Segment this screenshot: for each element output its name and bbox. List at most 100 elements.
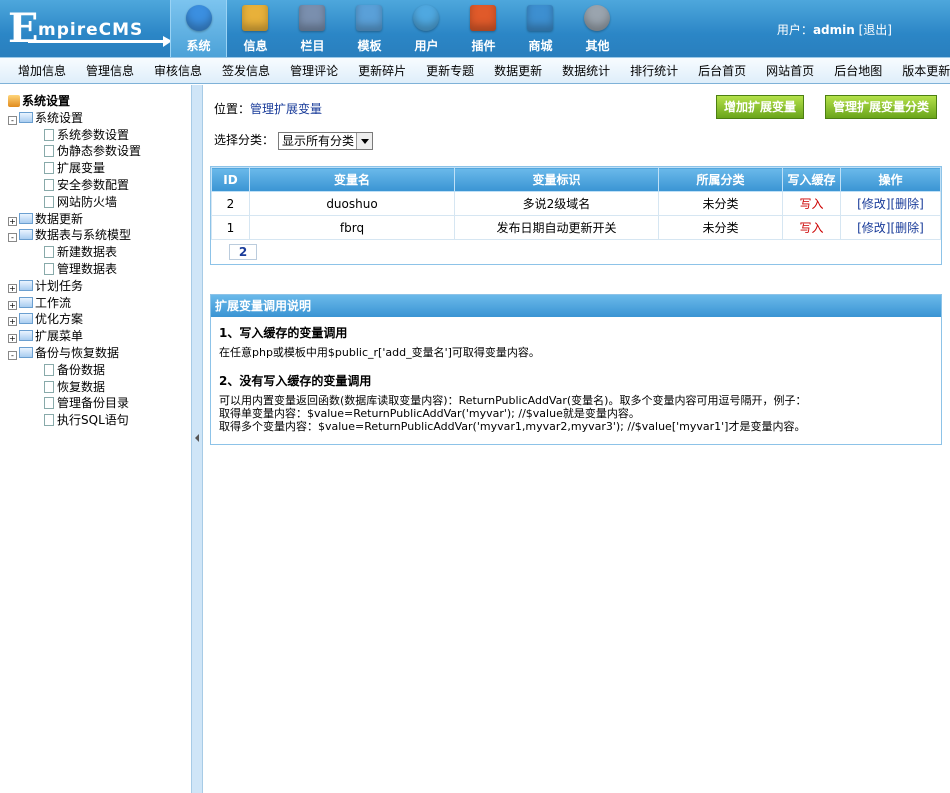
menu-item-8[interactable]: 数据统计 xyxy=(550,62,618,79)
collapse-icon[interactable]: - xyxy=(8,115,17,125)
tree-label: 系统参数设置 xyxy=(57,127,130,142)
document-icon xyxy=(44,195,54,208)
menu-item-6[interactable]: 更新专题 xyxy=(414,62,482,79)
column-header: 写入缓存 xyxy=(782,167,841,192)
menu-item-2[interactable]: 审核信息 xyxy=(142,62,210,79)
help-panel: 扩展变量调用说明 1、写入缓存的变量调用 在任意php或模板中用$public_… xyxy=(210,294,942,445)
breadcrumb-link[interactable]: 管理扩展变量 xyxy=(250,102,322,116)
topnav-item-4[interactable]: 用户 xyxy=(398,0,455,57)
menu-item-7[interactable]: 数据更新 xyxy=(482,62,550,79)
menu-item-5[interactable]: 更新碎片 xyxy=(346,62,414,79)
folder-icon xyxy=(19,279,33,291)
menu-item-10[interactable]: 后台首页 xyxy=(686,62,754,79)
tree-item[interactable]: + 数据更新 xyxy=(8,211,141,228)
document-icon xyxy=(44,128,54,141)
tree-item[interactable]: - 系统设置 xyxy=(8,110,141,127)
tree-item[interactable]: 系统设置 xyxy=(8,93,141,110)
tree-item[interactable]: 管理备份目录 xyxy=(8,395,141,412)
cell-cache: 写入 xyxy=(782,215,841,240)
logo-letter: E xyxy=(8,5,39,52)
tree-item[interactable]: - 备份与恢复数据 xyxy=(8,345,141,362)
tree-item[interactable]: 新建数据表 xyxy=(8,244,141,261)
sidebar-tree: 系统设置 - 系统设置 系统参数设置 伪静态参数设置 扩展变量 安全参数配置 网站防火墙 + 数据… xyxy=(8,93,141,429)
column-header: 变量标识 xyxy=(454,167,659,192)
user-icon xyxy=(413,5,439,31)
tree-item[interactable]: 网站防火墙 xyxy=(8,194,141,211)
logout-link[interactable]: [退出] xyxy=(859,23,892,37)
user-prefix: 用户： xyxy=(776,23,813,37)
column-header: 所属分类 xyxy=(658,167,783,192)
tree-item[interactable]: 系统参数设置 xyxy=(8,127,141,144)
tree-label: 备份与恢复数据 xyxy=(35,345,120,360)
column-header: ID xyxy=(211,167,250,192)
pagination: 2 xyxy=(211,240,941,264)
page-number[interactable]: 2 xyxy=(229,244,257,260)
tree-label: 执行SQL语句 xyxy=(57,413,129,428)
delete-link[interactable]: [删除] xyxy=(891,197,924,211)
menu-item-11[interactable]: 网站首页 xyxy=(754,62,822,79)
menu-item-3[interactable]: 签发信息 xyxy=(210,62,278,79)
edit-link[interactable]: [修改] xyxy=(857,221,890,235)
help-text-1: 在任意php或模板中用$public_r['add_变量名']可取得变量内容。 xyxy=(219,346,540,359)
column-header: 变量名 xyxy=(249,167,455,192)
help-text-2c: 取得多个变量内容：$value=ReturnPublicAddVar('myva… xyxy=(219,420,806,433)
menu-item-0[interactable]: 增加信息 xyxy=(6,62,74,79)
empirecms-logo[interactable]: E mpireCMS xyxy=(8,5,172,52)
topnav-label: 用户 xyxy=(414,39,439,53)
menu-item-13[interactable]: 版本更新 xyxy=(890,62,950,79)
menu-item-9[interactable]: 排行统计 xyxy=(618,62,686,79)
table-row: 1 fbrq 发布日期自动更新开关 未分类 写入 [修改][删除] xyxy=(211,215,941,240)
collapse-icon[interactable]: - xyxy=(8,233,17,243)
collapse-icon[interactable]: - xyxy=(8,350,17,360)
top-nav: 系统 信息 栏目 模板 用户 插件 商城 其他 xyxy=(170,0,626,57)
tree-item[interactable]: + 工作流 xyxy=(8,295,141,312)
tree-item[interactable]: + 扩展菜单 xyxy=(8,328,141,345)
tree-item[interactable]: 执行SQL语句 xyxy=(8,412,141,429)
topnav-item-1[interactable]: 信息 xyxy=(227,0,284,57)
dropdown-arrow-icon xyxy=(356,132,373,149)
tree-item[interactable]: 管理数据表 xyxy=(8,261,141,278)
menu-item-4[interactable]: 管理评论 xyxy=(278,62,346,79)
tree-label: 扩展变量 xyxy=(57,161,106,176)
notepad-icon xyxy=(242,5,268,31)
document-icon xyxy=(44,246,54,259)
tree-item[interactable]: + 优化方案 xyxy=(8,311,141,328)
tree-item[interactable]: - 数据表与系统模型 xyxy=(8,227,141,244)
topnav-item-2[interactable]: 栏目 xyxy=(284,0,341,57)
menu-item-12[interactable]: 后台地图 xyxy=(822,62,890,79)
topnav-label: 系统 xyxy=(186,39,211,53)
help-heading-1: 1、写入缓存的变量调用 xyxy=(219,326,348,340)
add-variable-button[interactable]: 增加扩展变量 xyxy=(716,95,804,119)
help-heading-2: 2、没有写入缓存的变量调用 xyxy=(219,374,372,388)
edit-link[interactable]: [修改] xyxy=(857,197,890,211)
topnav-item-3[interactable]: 模板 xyxy=(341,0,398,57)
document-icon xyxy=(44,363,54,376)
tree-item[interactable]: 安全参数配置 xyxy=(8,177,141,194)
topnav-item-6[interactable]: 商城 xyxy=(512,0,569,57)
expand-icon[interactable]: + xyxy=(8,300,17,310)
tree-item[interactable]: 伪静态参数设置 xyxy=(8,143,141,160)
sidebar-collapse-bar[interactable] xyxy=(191,85,203,793)
cell-actions: [修改][删除] xyxy=(840,215,941,240)
delete-link[interactable]: [删除] xyxy=(891,221,924,235)
expand-icon[interactable]: + xyxy=(8,216,17,226)
tree-item[interactable]: 扩展变量 xyxy=(8,160,141,177)
expand-icon[interactable]: + xyxy=(8,334,17,344)
topnav-label: 模板 xyxy=(357,39,382,53)
expand-icon[interactable]: + xyxy=(8,283,17,293)
topnav-item-5[interactable]: 插件 xyxy=(455,0,512,57)
tree-item[interactable]: + 计划任务 xyxy=(8,278,141,295)
topnav-item-7[interactable]: 其他 xyxy=(569,0,626,57)
menu-item-1[interactable]: 管理信息 xyxy=(74,62,142,79)
manage-category-button[interactable]: 管理扩展变量分类 xyxy=(825,95,937,119)
folder-icon xyxy=(19,330,33,342)
category-select[interactable]: 显示所有分类 xyxy=(278,131,374,150)
tree-label: 网站防火墙 xyxy=(57,194,118,209)
tree-label: 安全参数配置 xyxy=(57,177,130,192)
expand-icon[interactable]: + xyxy=(8,317,17,327)
topnav-item-0[interactable]: 系统 xyxy=(170,0,227,57)
help-text-2b: 取得单变量内容：$value=ReturnPublicAddVar('myvar… xyxy=(219,407,640,420)
topnav-label: 信息 xyxy=(243,39,268,53)
tree-item[interactable]: 备份数据 xyxy=(8,362,141,379)
tree-item[interactable]: 恢复数据 xyxy=(8,379,141,396)
